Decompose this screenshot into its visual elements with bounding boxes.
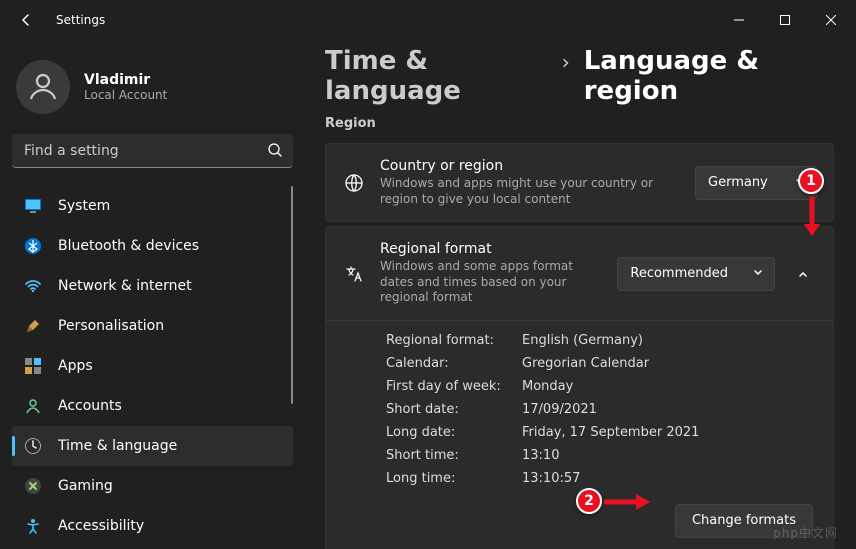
- detail-key: Short time:: [386, 448, 516, 463]
- minimize-button[interactable]: [716, 4, 762, 36]
- close-button[interactable]: [808, 4, 854, 36]
- breadcrumb-level2: Language & region: [584, 46, 834, 106]
- watermark: php中文网: [773, 524, 838, 541]
- sidebar-item-apps[interactable]: Apps: [12, 346, 293, 386]
- wifi-icon: [24, 277, 42, 295]
- annotation-callout-2: 2: [576, 488, 602, 514]
- detail-value: 13:10: [522, 448, 813, 463]
- sidebar-scrollbar[interactable]: [291, 186, 293, 404]
- card-country-region: Country or region Windows and apps might…: [325, 143, 834, 222]
- sidebar-item-label: Apps: [58, 358, 93, 374]
- sidebar-item-label: Accessibility: [58, 518, 144, 534]
- card-title: Country or region: [380, 158, 681, 174]
- annotation-arrow-2: [602, 492, 654, 512]
- sidebar-item-bluetooth[interactable]: Bluetooth & devices: [12, 226, 293, 266]
- window-title: Settings: [56, 13, 105, 27]
- sidebar-item-gaming[interactable]: Gaming: [12, 466, 293, 506]
- bluetooth-icon: [24, 237, 42, 255]
- sidebar-item-accessibility[interactable]: Accessibility: [12, 506, 293, 546]
- apps-icon: [24, 357, 42, 375]
- accessibility-icon: [24, 517, 42, 535]
- sidebar-item-system[interactable]: System: [12, 186, 293, 226]
- detail-key: Long time:: [386, 471, 516, 486]
- card-row-country[interactable]: Country or region Windows and apps might…: [326, 144, 833, 221]
- maximize-button[interactable]: [762, 4, 808, 36]
- card-row-format[interactable]: Regional format Windows and some apps fo…: [326, 227, 833, 320]
- sidebar-item-label: Network & internet: [58, 278, 192, 294]
- personalize-icon: [24, 317, 42, 335]
- detail-value: Monday: [522, 379, 813, 394]
- sidebar-item-personalisation[interactable]: Personalisation: [12, 306, 293, 346]
- search-icon: [267, 142, 283, 162]
- sidebar-item-time-language[interactable]: Time & language: [12, 426, 293, 466]
- sidebar-item-label: Accounts: [58, 398, 122, 414]
- format-details: Regional format: English (Germany) Calen…: [326, 320, 833, 549]
- section-label-region: Region: [325, 116, 834, 131]
- sidebar-item-label: Time & language: [58, 438, 177, 454]
- gaming-icon: [24, 477, 42, 495]
- sidebar-item-label: Personalisation: [58, 318, 164, 334]
- detail-key: Long date:: [386, 425, 516, 440]
- time-icon: [24, 437, 42, 455]
- detail-value: 17/09/2021: [522, 402, 813, 417]
- card-desc: Windows and some apps format dates and t…: [380, 259, 603, 306]
- card-desc: Windows and apps might use your country …: [380, 176, 681, 207]
- chevron-down-icon: [752, 266, 764, 282]
- globe-icon: [342, 173, 366, 193]
- avatar: [16, 60, 70, 114]
- detail-key: Calendar:: [386, 356, 516, 371]
- card-title: Regional format: [380, 241, 603, 257]
- accounts-icon: [24, 397, 42, 415]
- sidebar-item-accounts[interactable]: Accounts: [12, 386, 293, 426]
- format-dropdown[interactable]: Recommended: [617, 257, 775, 291]
- detail-value: English (Germany): [522, 333, 813, 348]
- dropdown-value: Germany: [708, 175, 768, 190]
- search-input[interactable]: [12, 134, 293, 168]
- sidebar-item-label: Bluetooth & devices: [58, 238, 199, 254]
- chevron-right-icon: ›: [562, 50, 570, 74]
- detail-value: Friday, 17 September 2021: [522, 425, 813, 440]
- sidebar-item-label: System: [58, 198, 110, 214]
- detail-key: Short date:: [386, 402, 516, 417]
- detail-key: First day of week:: [386, 379, 516, 394]
- annotation-callout-1: 1: [798, 168, 824, 194]
- profile-subtitle: Local Account: [84, 88, 167, 102]
- back-button[interactable]: [8, 2, 44, 38]
- detail-key: Regional format:: [386, 333, 516, 348]
- profile-name: Vladimir: [84, 72, 167, 88]
- breadcrumb-level1[interactable]: Time & language: [325, 46, 548, 106]
- profile-section[interactable]: Vladimir Local Account: [16, 60, 289, 114]
- expand-toggle[interactable]: [789, 260, 817, 288]
- breadcrumb: Time & language › Language & region: [325, 46, 834, 106]
- detail-value: 13:10:57: [522, 471, 813, 486]
- detail-value: Gregorian Calendar: [522, 356, 813, 371]
- sidebar-item-label: Gaming: [58, 478, 113, 494]
- language-icon: [342, 264, 366, 284]
- annotation-arrow-1: [800, 194, 824, 240]
- dropdown-value: Recommended: [630, 266, 728, 281]
- search-container: [12, 134, 293, 168]
- sidebar-item-network[interactable]: Network & internet: [12, 266, 293, 306]
- system-icon: [24, 197, 42, 215]
